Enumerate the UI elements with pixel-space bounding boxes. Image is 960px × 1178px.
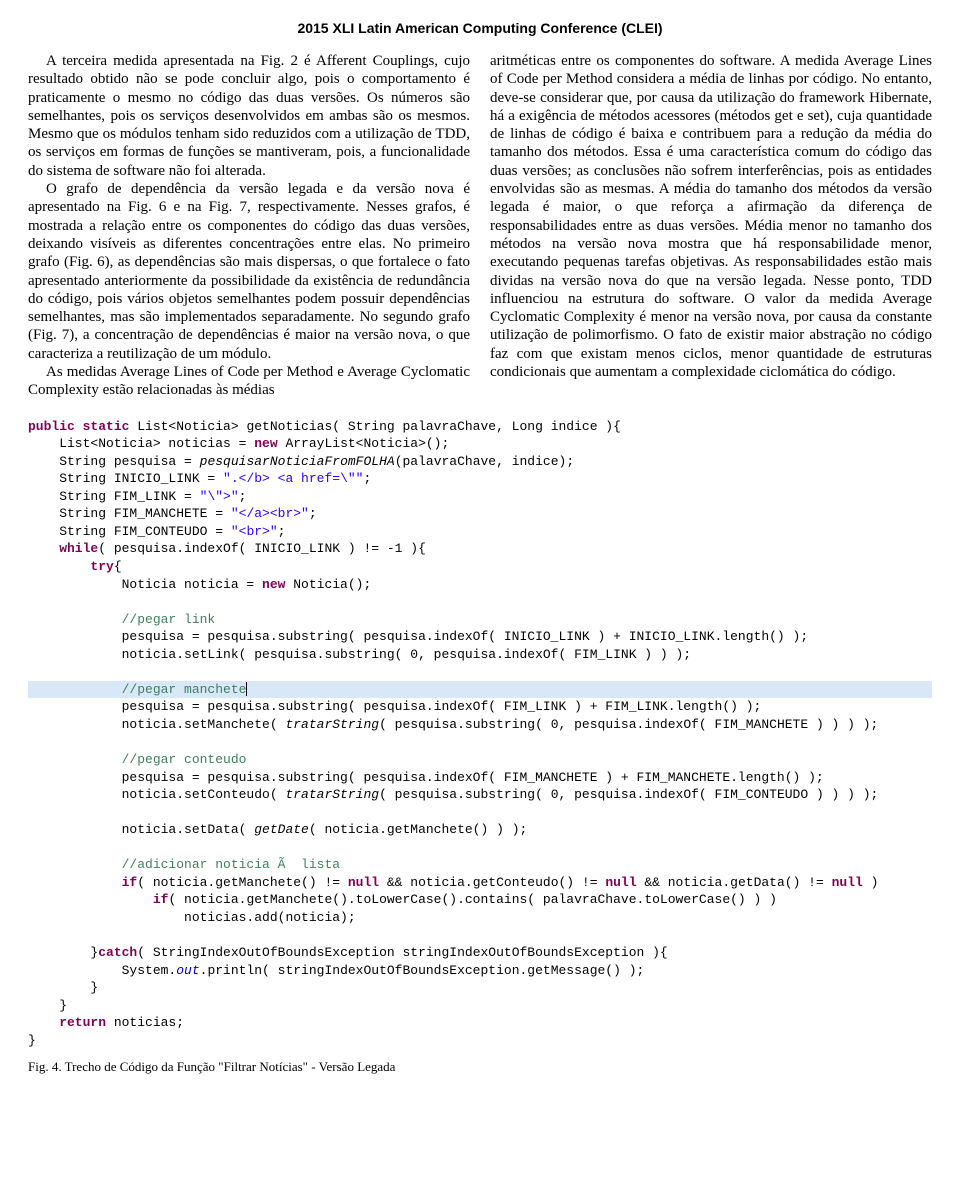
body-text-columns: A terceira medida apresentada na Fig. 2 … [28,52,932,400]
code-text: pesquisa = pesquisa.substring( pesquisa.… [28,770,824,785]
code-keyword: public static [28,419,129,434]
code-text: (palavraChave, indice); [395,454,574,469]
code-comment: //pegar link [28,612,215,627]
code-text: ) [863,875,879,890]
code-text: } [28,998,67,1013]
code-keyword: try [28,559,114,574]
code-text: noticia.setLink( pesquisa.substring( 0, … [28,647,691,662]
code-keyword: catch [98,945,137,960]
code-comment: //pegar conteudo [28,752,246,767]
code-text: } [28,945,98,960]
code-string: "</a><br>" [231,506,309,521]
code-comment: //adicionar noticia Ã lista [28,857,340,872]
code-text: } [28,1033,36,1048]
code-text: noticia.setConteudo( [28,787,285,802]
code-keyword: null [348,875,379,890]
code-text: } [28,980,98,995]
code-func: tratarString [285,717,379,732]
code-text: String pesquisa = [28,454,200,469]
code-keyword: null [605,875,636,890]
code-text: String INICIO_LINK = [28,471,223,486]
code-func: pesquisarNoticiaFromFOLHA [200,454,395,469]
code-text: ( noticia.getManchete() ) ); [309,822,527,837]
code-text: String FIM_LINK = [28,489,200,504]
code-text: ; [239,489,247,504]
code-keyword: new [254,436,277,451]
code-keyword: null [832,875,863,890]
code-keyword: if [28,892,168,907]
code-text: Noticia noticia = [28,577,262,592]
code-text: { [114,559,122,574]
code-line-highlighted: //pegar manchete [28,681,932,699]
code-text: ArrayList<Noticia>(); [278,436,450,451]
code-string: "<br>" [231,524,278,539]
code-text: noticia.setData( [28,822,254,837]
code-func: tratarString [285,787,379,802]
code-text: noticias.add(noticia); [28,910,356,925]
code-text: Noticia(); [285,577,371,592]
figure-caption: Fig. 4. Trecho de Código da Função "Filt… [28,1059,932,1075]
code-string: "\">" [200,489,239,504]
code-text: ; [363,471,371,486]
code-keyword: new [262,577,285,592]
paragraph: aritméticas entre os componentes do soft… [490,52,932,381]
code-text: ( noticia.getManchete().toLowerCase().co… [168,892,777,907]
paragraph: A terceira medida apresentada na Fig. 2 … [28,52,470,180]
paragraph: O grafo de dependência da versão legada … [28,180,470,363]
code-keyword: while [28,541,98,556]
code-text: ( pesquisa.substring( 0, pesquisa.indexO… [379,717,878,732]
code-text: ; [309,506,317,521]
code-text: .println( stringIndexOutOfBoundsExceptio… [200,963,645,978]
code-text: ( StringIndexOutOfBoundsException string… [137,945,668,960]
code-text: noticia.setManchete( [28,717,285,732]
code-text: && noticia.getData() != [637,875,832,890]
code-comment: //pegar manchete [28,682,246,697]
code-text: System. [28,963,176,978]
code-text: String FIM_CONTEUDO = [28,524,231,539]
code-text: && noticia.getConteudo() != [379,875,605,890]
code-text: ( noticia.getManchete() != [137,875,348,890]
code-text: String FIM_MANCHETE = [28,506,231,521]
code-text: ( pesquisa.substring( 0, pesquisa.indexO… [379,787,878,802]
code-text: ( pesquisa.indexOf( INICIO_LINK ) != -1 … [98,541,426,556]
code-text: noticias; [106,1015,184,1030]
code-func: getDate [254,822,309,837]
conference-header: 2015 XLI Latin American Computing Confer… [28,20,932,36]
code-text: List<Noticia> getNoticias( String palavr… [129,419,620,434]
code-keyword: if [28,875,137,890]
code-text: ; [278,524,286,539]
code-keyword: return [28,1015,106,1030]
code-listing: public static List<Noticia> getNoticias(… [28,418,932,1050]
code-string: ".</b> <a href=\"" [223,471,363,486]
text-cursor-icon [246,682,247,696]
paragraph: As medidas Average Lines of Code per Met… [28,363,470,400]
code-text: List<Noticia> noticias = [28,436,254,451]
code-text: pesquisa = pesquisa.substring( pesquisa.… [28,629,808,644]
code-static: out [176,963,199,978]
code-text: pesquisa = pesquisa.substring( pesquisa.… [28,699,761,714]
